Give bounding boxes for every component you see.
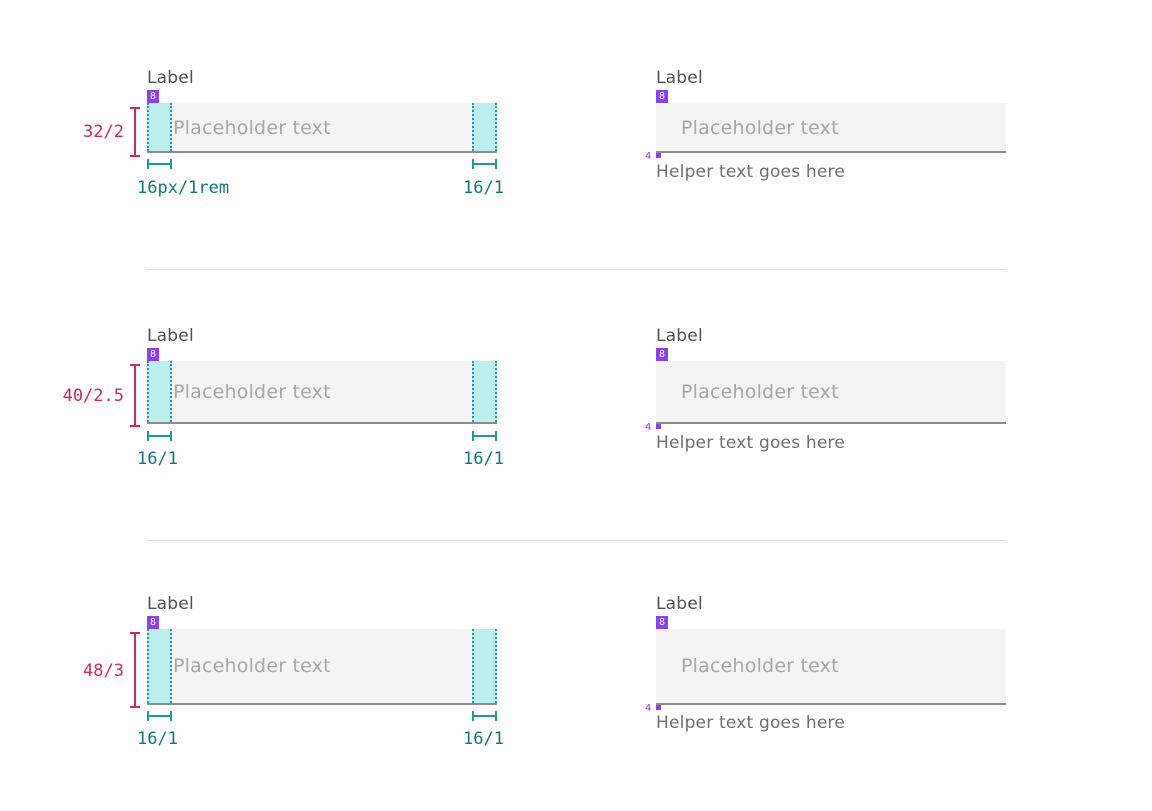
field-label: Label	[656, 68, 703, 88]
helper-spacing-marker	[656, 705, 661, 710]
height-measure-label: 32/2	[83, 122, 124, 142]
section-divider	[147, 540, 1006, 541]
left-padding-label: 16px/1rem	[137, 178, 230, 198]
helper-spacing-label: 4	[645, 151, 652, 162]
right-padding-label: 16/1	[463, 729, 504, 749]
height-measure-cap-bottom	[130, 155, 140, 157]
padding-measure-cap	[170, 431, 172, 441]
left-padding-label: 16/1	[137, 449, 178, 469]
padding-measure-cap	[495, 711, 497, 721]
height-measure-cap-bottom	[130, 425, 140, 427]
right-padding-highlight	[472, 103, 497, 151]
left-padding-measure	[147, 435, 172, 437]
height-measure-label: 48/3	[83, 661, 124, 681]
right-padding-highlight	[472, 629, 497, 703]
height-measure	[134, 632, 136, 708]
spacing-badge: 8	[147, 348, 159, 361]
helper-text: Helper text goes here	[656, 162, 845, 182]
padding-measure-cap	[170, 711, 172, 721]
left-padding-highlight	[147, 103, 172, 151]
placeholder-text: Placeholder text	[173, 655, 331, 677]
left-padding-measure	[147, 163, 172, 165]
section-divider	[147, 269, 1006, 270]
right-padding-highlight	[472, 361, 497, 422]
right-padding-label: 16/1	[463, 178, 504, 198]
padding-measure-cap	[495, 431, 497, 441]
field-label: Label	[656, 594, 703, 614]
field-label: Label	[147, 326, 194, 346]
right-padding-measure	[472, 435, 497, 437]
right-padding-measure	[472, 163, 497, 165]
helper-spacing-label: 4	[645, 422, 652, 433]
left-padding-measure	[147, 715, 172, 717]
helper-text: Helper text goes here	[656, 433, 845, 453]
field-label: Label	[147, 68, 194, 88]
spacing-badge: 8	[147, 90, 159, 103]
height-measure	[134, 107, 136, 157]
field-label: Label	[656, 326, 703, 346]
placeholder-text: Placeholder text	[173, 381, 331, 403]
left-padding-label: 16/1	[137, 729, 178, 749]
height-measure	[134, 364, 136, 427]
helper-text: Helper text goes here	[656, 713, 845, 733]
right-padding-measure	[472, 715, 497, 717]
left-padding-highlight	[147, 629, 172, 703]
left-padding-highlight	[147, 361, 172, 422]
height-measure-cap-bottom	[130, 706, 140, 708]
padding-measure-cap	[495, 159, 497, 169]
placeholder-text: Placeholder text	[681, 655, 839, 677]
padding-measure-cap	[170, 159, 172, 169]
spacing-badge: 8	[656, 348, 668, 361]
placeholder-text: Placeholder text	[173, 117, 331, 139]
field-label: Label	[147, 594, 194, 614]
right-padding-label: 16/1	[463, 449, 504, 469]
spacing-badge: 8	[656, 90, 668, 103]
spacing-badge: 8	[656, 616, 668, 629]
height-measure-label: 40/2.5	[62, 386, 124, 406]
helper-spacing-marker	[656, 424, 661, 429]
placeholder-text: Placeholder text	[681, 381, 839, 403]
helper-spacing-marker	[656, 153, 661, 158]
helper-spacing-label: 4	[645, 703, 652, 714]
placeholder-text: Placeholder text	[681, 117, 839, 139]
spacing-badge: 8	[147, 616, 159, 629]
